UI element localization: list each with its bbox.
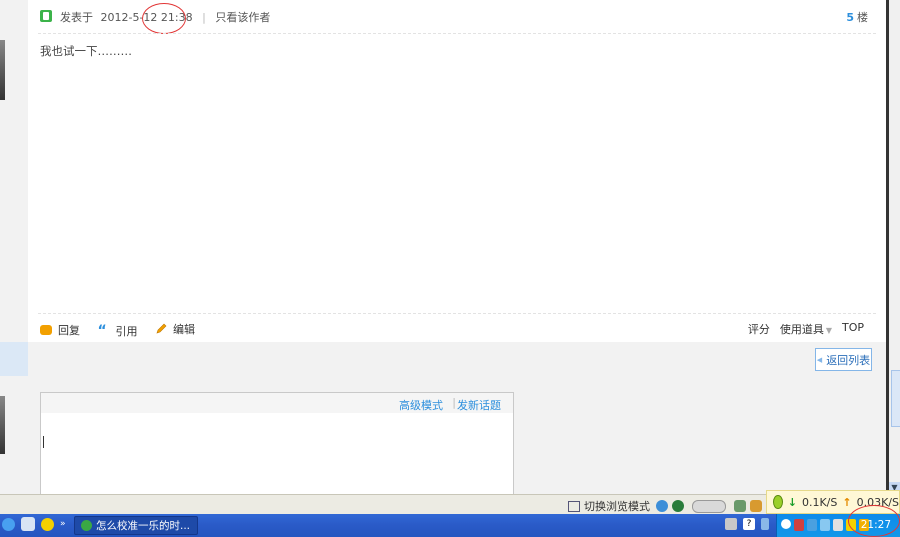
monitor-icon[interactable] xyxy=(833,519,843,531)
switch-browse-mode-button[interactable]: 切换浏览模式 xyxy=(568,498,762,514)
desktop-icon[interactable] xyxy=(21,517,35,531)
reply-toolbar: 高级模式 | 发新话题 xyxy=(41,393,513,413)
pencil-icon xyxy=(156,323,167,334)
ie-icon xyxy=(656,500,668,512)
edit-button[interactable]: 编辑 xyxy=(155,321,195,337)
reply-textarea[interactable] xyxy=(41,413,513,495)
keyboard-icon[interactable] xyxy=(725,518,737,530)
network-icon[interactable] xyxy=(761,518,769,530)
avatar[interactable] xyxy=(0,40,5,100)
globe-icon xyxy=(672,500,684,512)
toggle-switch[interactable] xyxy=(692,499,726,513)
ie-icon[interactable] xyxy=(2,517,15,531)
advanced-mode-link[interactable]: 高级模式 xyxy=(399,397,443,413)
tray-extra: ? xyxy=(725,518,769,530)
scrollbar-thumb[interactable] xyxy=(891,370,900,427)
chat-icon[interactable] xyxy=(807,519,817,531)
quick-reply-box: 高级模式 | 发新话题 xyxy=(40,392,514,496)
accelerator-icon[interactable] xyxy=(773,495,783,509)
taskbar-window-button[interactable]: 怎么校准一乐的时... xyxy=(74,516,198,535)
reply-label: 回复 xyxy=(58,324,80,337)
rate-button[interactable]: 评分 xyxy=(748,321,770,337)
floor-number-value: 5 xyxy=(846,11,854,24)
chevron-right-icon[interactable]: » xyxy=(60,519,66,529)
online-status-icon xyxy=(40,10,52,22)
app-icon[interactable] xyxy=(41,517,54,531)
annotation-circle xyxy=(848,505,900,537)
arrow-down-icon: ↓ xyxy=(787,495,797,509)
window-icon xyxy=(568,500,580,512)
avatar[interactable] xyxy=(0,396,5,454)
help-icon[interactable]: ? xyxy=(743,518,755,530)
taskbar: » 怎么校准一乐的时... ? xyxy=(0,514,900,537)
quote-label: 引用 xyxy=(115,325,138,338)
post-tools: 评分 使用道具 ▼ TOP xyxy=(748,321,864,337)
posted-prefix: 发表于 xyxy=(60,11,93,24)
browser-icon xyxy=(81,520,92,531)
post-actions: 回复 “ 引用 编辑 xyxy=(40,321,209,339)
scrollbar-edge xyxy=(886,0,889,494)
floor-number[interactable]: 5楼 xyxy=(846,9,868,25)
quick-launch: » xyxy=(2,517,66,531)
quote-icon: “ xyxy=(97,323,107,339)
annotation-circle xyxy=(142,3,186,34)
meta-separator: | xyxy=(202,11,206,24)
edit-label: 编辑 xyxy=(173,323,195,336)
antivirus-icon[interactable] xyxy=(794,519,804,531)
text-cursor xyxy=(43,436,44,448)
reply-button[interactable]: 回复 xyxy=(40,322,80,338)
tool-icon[interactable] xyxy=(734,500,746,512)
use-item-button[interactable]: 使用道具 ▼ xyxy=(780,321,832,337)
header-divider xyxy=(38,33,876,34)
post-panel: 发表于 2012-5-12 21:38 | 只看该作者 5楼 我也试一下……… … xyxy=(28,0,886,342)
browser-statusbar: 切换浏览模式 xyxy=(0,494,900,515)
quote-button[interactable]: “ 引用 xyxy=(98,323,138,339)
cup-icon[interactable] xyxy=(750,500,762,512)
arrow-up-icon: ↑ xyxy=(842,495,852,509)
left-band xyxy=(0,342,28,376)
chevron-left-icon: ◀ xyxy=(816,355,823,364)
top-button[interactable]: TOP xyxy=(842,321,864,337)
task-title: 怎么校准一乐的时... xyxy=(96,520,191,532)
new-topic-link[interactable]: 发新话题 xyxy=(457,397,501,413)
reply-separator: | xyxy=(452,396,456,409)
post-content: 我也试一下……… xyxy=(40,44,132,58)
switch-mode-label: 切换浏览模式 xyxy=(584,500,650,513)
use-item-label: 使用道具 xyxy=(779,323,824,336)
footer-divider xyxy=(38,313,876,314)
sound-icon[interactable] xyxy=(820,519,830,531)
download-speed: 0.1K/S xyxy=(801,495,838,509)
back-to-list-button[interactable]: ◀ 返回列表 xyxy=(815,348,872,371)
chevron-down-icon: ▼ xyxy=(825,326,832,335)
author-only-link[interactable]: 只看该作者 xyxy=(215,11,270,24)
reply-icon xyxy=(40,325,52,335)
back-to-list-label: 返回列表 xyxy=(826,353,871,367)
arrow-left-icon[interactable] xyxy=(781,519,791,529)
floor-label: 楼 xyxy=(857,11,868,24)
